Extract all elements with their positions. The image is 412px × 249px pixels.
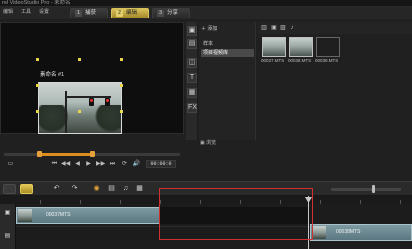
redo-icon[interactable]: ↷ <box>70 185 79 193</box>
media-thumbnail[interactable] <box>262 37 286 57</box>
record-capture-icon[interactable]: ◉ <box>92 185 101 193</box>
next-frame-icon[interactable]: ▶▶ <box>96 160 105 168</box>
resize-handle[interactable] <box>120 110 123 113</box>
timeline-clip[interactable]: 00038MTS <box>310 224 412 241</box>
folder-project-video[interactable]: 项目视频库 <box>201 49 254 57</box>
graphic-icon[interactable]: ▦ <box>187 88 197 98</box>
traffic-light-icon <box>89 98 94 106</box>
resize-handle[interactable] <box>78 58 81 61</box>
overlay-track-icon[interactable]: ▤ <box>3 232 12 240</box>
video-track-icon[interactable]: ▣ <box>3 209 12 217</box>
show-photo-icon[interactable]: ▨ <box>279 24 287 32</box>
preview-window[interactable]: 素命名 #1 <box>0 22 184 134</box>
import-media-icon[interactable]: ▥ <box>260 24 268 32</box>
menu-tools[interactable]: 工具 <box>21 9 31 16</box>
title-bar: rel VideoStudio Pro - 未命名 <box>0 0 412 7</box>
tree-right <box>95 105 121 133</box>
menu-settings[interactable]: 设置 <box>39 9 49 16</box>
resize-handle[interactable] <box>120 84 123 87</box>
folder-label: 项目视频库 <box>203 50 229 56</box>
tab-share-label: 分享 <box>167 10 179 16</box>
instant-project-icon[interactable]: ▤ <box>187 39 197 49</box>
app-window: rel VideoStudio Pro - 未命名 编辑 工具 设置 1 捕获 … <box>0 0 412 249</box>
browse-label: 浏览 <box>206 140 217 146</box>
trim-start-handle[interactable] <box>37 151 42 157</box>
step-back-icon[interactable]: ◀ <box>73 160 82 168</box>
resize-handle[interactable] <box>36 58 39 61</box>
resize-handle[interactable] <box>36 110 39 113</box>
window-title: rel VideoStudio Pro - 未命名 <box>2 0 71 6</box>
thumbnail-caption: 00037.MTS <box>261 58 285 63</box>
tab-edit[interactable]: 2 编辑 <box>111 8 149 18</box>
undo-icon[interactable]: ↶ <box>52 185 61 193</box>
timeline-clip[interactable]: 00037MTS <box>16 207 160 224</box>
menu-bar <box>0 7 412 19</box>
previous-frame-icon[interactable]: ◀◀ <box>61 160 70 168</box>
show-audio-icon[interactable]: ♪ <box>288 24 296 32</box>
tab-edit-number: 2 <box>116 10 123 17</box>
resize-handle[interactable] <box>120 58 123 61</box>
zoom-slider-knob[interactable] <box>372 185 375 193</box>
resize-handle[interactable] <box>78 110 81 113</box>
show-video-icon[interactable]: ▣ <box>270 24 278 32</box>
repeat-icon[interactable]: ⟳ <box>120 160 129 168</box>
thumbnail-caption: 00038.MTS <box>288 58 312 63</box>
tab-share[interactable]: 3 分享 <box>152 8 190 18</box>
clip-thumbnail <box>18 209 32 222</box>
play-icon[interactable]: ▶ <box>84 160 93 168</box>
auto-music-icon[interactable]: ♫ <box>121 185 130 193</box>
preview-video-frame[interactable] <box>38 82 122 134</box>
add-folder-button[interactable]: ＋ 添加 <box>201 26 217 33</box>
trim-range <box>38 153 92 156</box>
timeline-view-button[interactable] <box>20 184 33 194</box>
folder-label: 样本 <box>203 41 214 47</box>
filter-icon[interactable]: FX <box>187 103 197 113</box>
folder-samples[interactable]: 样本 <box>201 40 254 48</box>
tab-share-number: 3 <box>157 10 164 17</box>
tab-capture[interactable]: 1 捕获 <box>70 8 108 18</box>
media-thumbnail[interactable] <box>289 37 313 57</box>
zoom-slider-track[interactable] <box>331 188 401 191</box>
storyboard-view-button[interactable] <box>3 184 16 194</box>
menu-edit[interactable]: 编辑 <box>3 9 13 16</box>
trim-end-handle[interactable] <box>90 151 95 157</box>
thumbnail-caption: 00039.MTS <box>315 58 339 63</box>
selection-highlight-box <box>159 188 313 240</box>
end-icon[interactable]: ⏭ <box>108 160 117 168</box>
preview-clip-label: 素命名 #1 <box>40 72 65 78</box>
title-icon[interactable]: T <box>187 73 197 83</box>
add-folder-label: 添加 <box>207 26 218 32</box>
clip-thumbnail <box>312 226 326 239</box>
track-manager-icon[interactable]: ▦ <box>135 185 144 193</box>
volume-icon[interactable]: 🔊 <box>132 160 141 168</box>
tab-capture-label: 捕获 <box>85 10 97 16</box>
sound-mixer-icon[interactable]: ▤ <box>107 185 116 193</box>
clip-name: 00037MTS <box>46 212 71 218</box>
scrub-bar[interactable] <box>4 151 180 157</box>
resize-handle[interactable] <box>36 84 39 87</box>
tab-edit-label: 编辑 <box>126 10 138 16</box>
clip-name: 00038MTS <box>336 229 361 235</box>
media-thumbnail[interactable] <box>316 37 340 57</box>
timecode-display[interactable]: 00:00:0 <box>146 160 176 168</box>
project-mode-icon[interactable]: ▭ <box>6 160 15 168</box>
tab-capture-number: 1 <box>75 10 82 17</box>
transition-icon[interactable]: ◫ <box>187 58 197 68</box>
media-icon[interactable]: ▣ <box>187 26 197 36</box>
browse-button[interactable]: ▣ 浏览 <box>200 140 216 147</box>
start-icon[interactable]: ⏮ <box>50 160 59 168</box>
traffic-light-icon <box>105 98 110 106</box>
